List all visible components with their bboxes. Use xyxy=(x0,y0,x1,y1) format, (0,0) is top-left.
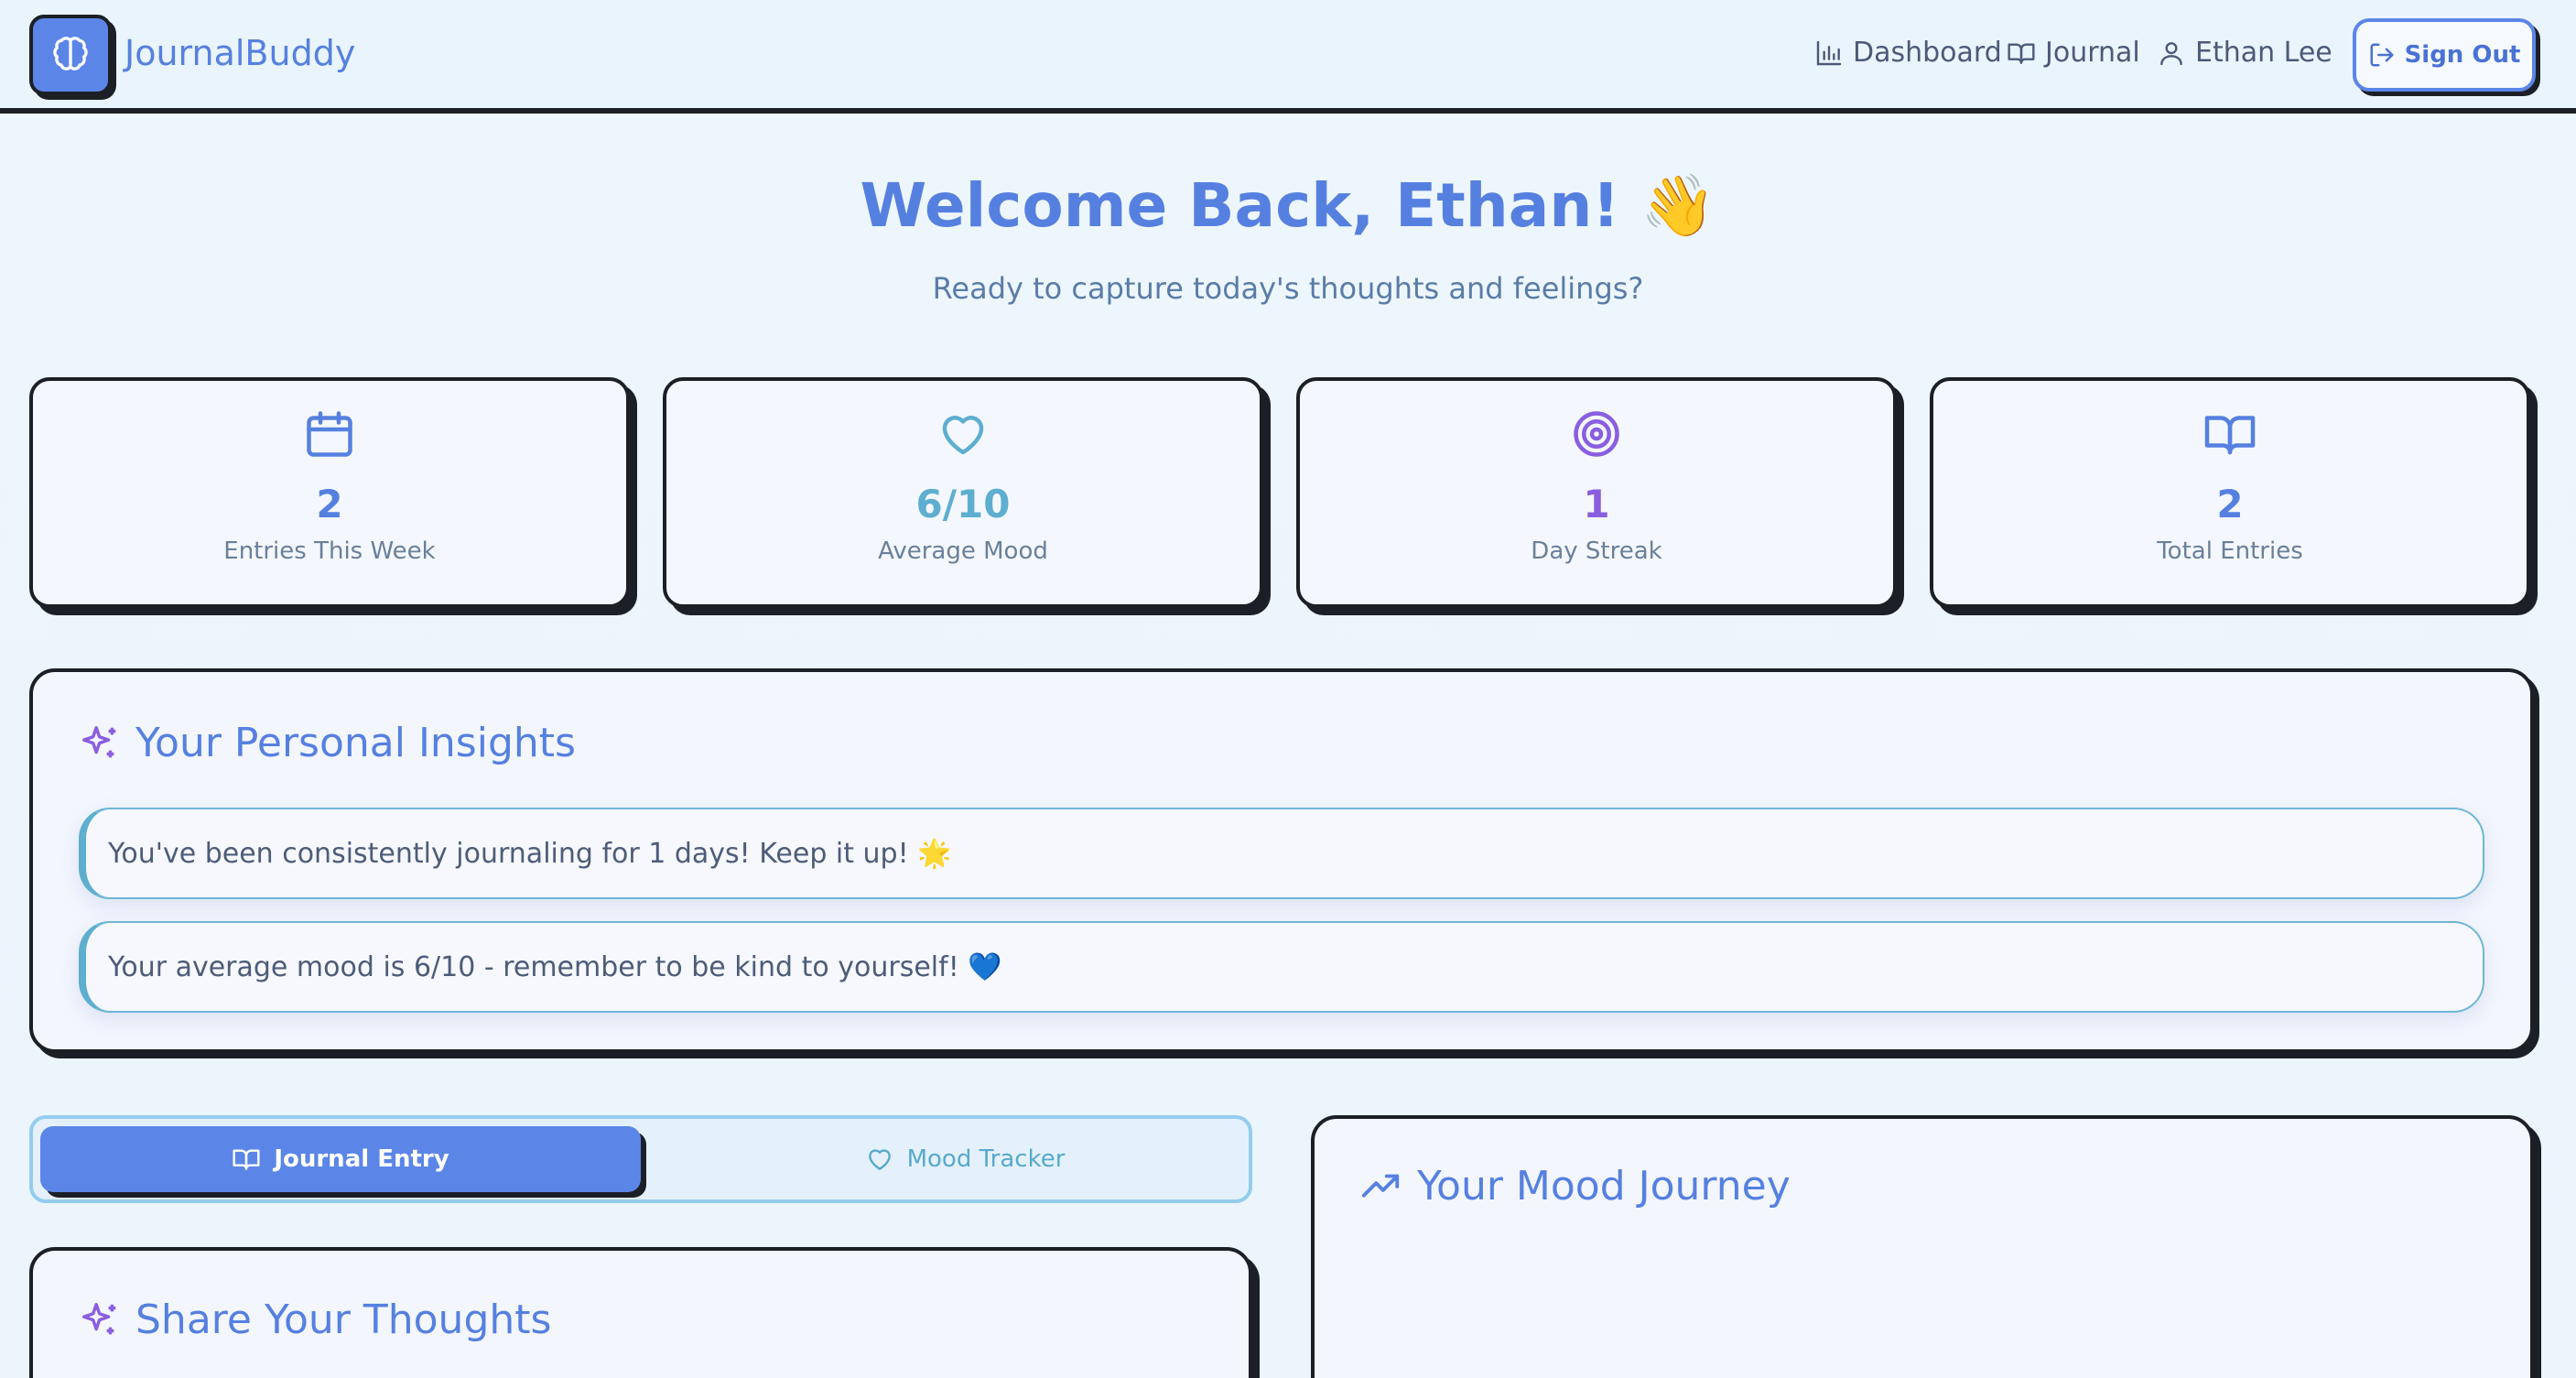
nav-journal-link[interactable]: Journal xyxy=(2007,37,2140,69)
stat-value: 2 xyxy=(2216,482,2244,526)
stat-value: 2 xyxy=(316,482,343,526)
sign-out-button[interactable]: Sign Out xyxy=(2353,18,2536,92)
stat-card-entries-week: 2 Entries This Week xyxy=(29,377,630,608)
user-icon xyxy=(2160,41,2182,65)
stat-card-day-streak: 1 Day Streak xyxy=(1296,377,1897,608)
brain-logo-icon[interactable] xyxy=(29,15,112,95)
insight-item: Your average mood is 6/10 - remember to … xyxy=(79,921,2484,1013)
insights-title: Your Personal Insights xyxy=(135,720,576,766)
nav-dashboard-link[interactable]: Dashboard xyxy=(1814,37,2002,69)
stat-label: Entries This Week xyxy=(223,537,436,565)
tab-mood-tracker[interactable]: Mood Tracker xyxy=(665,1126,1265,1192)
stat-label: Total Entries xyxy=(2157,537,2303,565)
mood-journey-title: Your Mood Journey xyxy=(1417,1163,1791,1210)
book-open-icon xyxy=(233,1149,260,1170)
calendar-icon xyxy=(307,411,352,457)
personal-insights-card: Your Personal Insights You've been consi… xyxy=(29,668,2534,1053)
share-title: Share Your Thoughts xyxy=(135,1297,552,1343)
bar-chart-icon xyxy=(1816,40,1842,65)
sparkles-icon xyxy=(82,725,116,757)
book-open-icon xyxy=(2008,42,2035,64)
stat-label: Day Streak xyxy=(1531,537,1662,565)
trending-up-icon xyxy=(1361,1174,1400,1197)
sign-out-label: Sign Out xyxy=(2404,41,2521,69)
insight-item: You've been consistently journaling for … xyxy=(79,808,2484,899)
nav-journal-label: Journal xyxy=(2045,37,2140,69)
stat-value: 6/10 xyxy=(915,482,1011,526)
heart-icon xyxy=(868,1149,891,1170)
tab-journal-entry[interactable]: Journal Entry xyxy=(40,1126,641,1192)
stat-label: Average Mood xyxy=(878,537,1048,565)
page-title: Welcome Back, Ethan! 👋 xyxy=(860,170,1716,241)
page-subtitle: Ready to capture today's thoughts and fe… xyxy=(932,271,1644,306)
log-out-icon xyxy=(2370,43,2394,67)
book-open-icon xyxy=(2204,416,2256,455)
share-thoughts-card: Share Your Thoughts xyxy=(29,1247,1252,1378)
nav-dashboard-label: Dashboard xyxy=(1853,37,2002,69)
tab-journal-entry-label: Journal Entry xyxy=(274,1145,449,1173)
share-heading: Share Your Thoughts xyxy=(79,1297,551,1343)
target-icon xyxy=(1574,411,1619,457)
stat-card-total-entries: 2 Total Entries xyxy=(1930,377,2530,608)
mood-journey-card: Your Mood Journey xyxy=(1311,1115,2534,1378)
stat-value: 1 xyxy=(1583,482,1610,526)
tab-mood-tracker-label: Mood Tracker xyxy=(906,1145,1066,1173)
user-name: Ethan Lee xyxy=(2195,37,2332,69)
stat-card-average-mood: 6/10 Average Mood xyxy=(663,377,1263,608)
top-navbar: JournalBuddy Dashboard Journal Ethan Lee… xyxy=(0,0,2576,114)
heart-icon xyxy=(942,416,984,455)
entry-tabs: Journal Entry Mood Tracker xyxy=(29,1115,1252,1203)
sparkles-icon xyxy=(82,1302,116,1334)
mood-journey-heading: Your Mood Journey xyxy=(1360,1163,1791,1210)
brand-name[interactable]: JournalBuddy xyxy=(124,33,355,73)
user-menu[interactable]: Ethan Lee xyxy=(2157,37,2332,69)
insights-heading: Your Personal Insights xyxy=(79,720,576,766)
